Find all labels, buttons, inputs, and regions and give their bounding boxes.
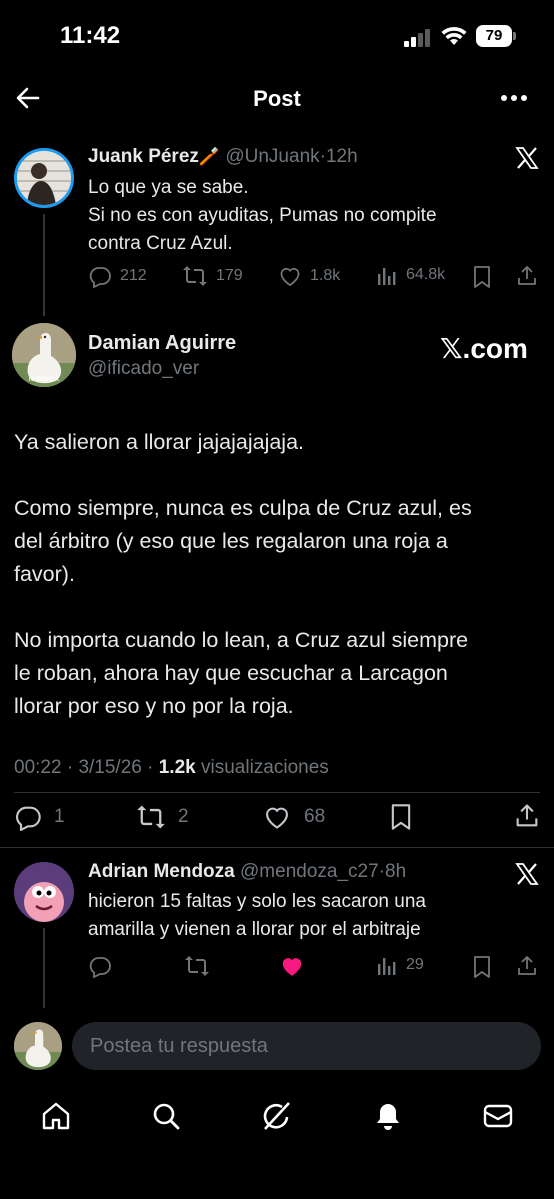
like-button[interactable]: 1.8k	[278, 264, 340, 288]
tweet-body: Ya salieron a llorar jajajajajaja. Como …	[14, 426, 472, 723]
avatar[interactable]: NI PEDO X	[12, 323, 76, 387]
view-count: 1.2k	[158, 757, 196, 778]
avatar[interactable]	[14, 862, 74, 922]
author-handle[interactable]: @ificado_ver	[88, 358, 199, 380]
avatar[interactable]	[14, 148, 74, 208]
reply-icon	[88, 264, 112, 288]
paragraph: Ya salieron a llorar jajajajajaja.	[14, 426, 472, 459]
reply-count: 212	[120, 267, 147, 284]
repost-icon	[136, 803, 166, 831]
reply-button[interactable]: 1	[14, 803, 65, 831]
more-icon[interactable]	[499, 90, 529, 106]
views-icon	[376, 264, 398, 286]
view-label: visualizaciones	[201, 757, 329, 778]
tweet-line: Si no es con ayuditas, Pumas no compite	[88, 205, 437, 226]
bookmark-icon[interactable]	[471, 265, 493, 289]
author-handle[interactable]: @mendoza_c27	[240, 861, 379, 882]
tweet-line: del árbitro (y eso que les regalaron una…	[14, 529, 448, 553]
repost-icon	[182, 264, 208, 288]
tweet-line: llorar por eso y no por la roja.	[14, 694, 294, 718]
bell-icon[interactable]	[372, 1100, 404, 1132]
tweet-line: contra Cruz Azul.	[88, 233, 233, 254]
reply-icon[interactable]	[88, 954, 112, 978]
x-logo-icon[interactable]	[515, 862, 539, 886]
tweet-meta: 00:22 · 3/15/26 · 1.2k visualizaciones	[14, 757, 329, 778]
tweet-text: hicieron 15 faltas y solo les sacaron un…	[88, 888, 426, 944]
divider	[14, 792, 540, 793]
mail-icon[interactable]	[482, 1100, 514, 1132]
share-icon[interactable]	[515, 954, 539, 978]
timestamp: 8h	[385, 861, 407, 882]
author-name[interactable]: Adrian Mendoza	[88, 861, 235, 882]
name-emoji: 🪥	[198, 147, 221, 166]
tweet-line: Como siempre, nunca es culpa de Cruz azu…	[14, 496, 472, 520]
tweet-line: No importa cuando lo lean, a Cruz azul s…	[14, 628, 469, 652]
divider	[0, 847, 554, 848]
signal-icon	[404, 29, 432, 47]
tweet-line: favor).	[14, 562, 75, 586]
tweet-line: hicieron 15 faltas y solo les sacaron un…	[88, 891, 426, 912]
tweet-date: 3/15/26	[78, 757, 142, 778]
tweet-header: Juank Pérez🪥 @UnJuank·12h	[88, 146, 358, 168]
repost-icon[interactable]	[184, 954, 210, 978]
heart-icon[interactable]	[279, 953, 305, 979]
thread-line	[43, 928, 45, 1008]
search-icon[interactable]	[150, 1100, 182, 1132]
composer-avatar	[14, 1022, 62, 1070]
views-count: 29	[406, 956, 424, 973]
like-button[interactable]: 68	[262, 803, 325, 831]
views-button[interactable]: 64.8k	[376, 264, 445, 286]
page-title: Post	[253, 86, 301, 111]
author-name[interactable]: Juank Pérez	[88, 146, 199, 167]
author-handle[interactable]: @UnJuank	[225, 146, 319, 167]
reply-input[interactable]: Postea tu respuesta	[72, 1022, 541, 1070]
tweet-time: 00:22	[14, 757, 62, 778]
repost-count: 179	[216, 267, 243, 284]
like-count: 68	[304, 806, 326, 827]
reply-icon	[14, 803, 42, 831]
timestamp: 12h	[325, 146, 358, 167]
paragraph: No importa cuando lo lean, a Cruz azul s…	[14, 624, 472, 723]
wifi-icon	[441, 26, 467, 46]
tweet-header: Adrian Mendoza @mendoza_c27·8h	[88, 861, 406, 883]
bookmark-icon[interactable]	[471, 955, 493, 979]
battery-indicator: 79	[476, 25, 512, 47]
views-icon	[376, 954, 398, 976]
home-icon[interactable]	[40, 1100, 72, 1132]
author-name[interactable]: Damian Aguirre	[88, 332, 236, 355]
avatar-caption: NI PEDO X	[28, 377, 60, 383]
like-count: 1.8k	[310, 267, 341, 284]
bookmark-icon[interactable]	[388, 803, 414, 831]
xcom-badge: 𝕏.com	[440, 333, 528, 364]
grok-icon[interactable]	[260, 1100, 292, 1132]
tweet-line: Lo que ya se sabe.	[88, 177, 249, 198]
tweet-text: Lo que ya se sabe. Si no es con ayuditas…	[88, 174, 437, 258]
reply-count: 1	[54, 806, 65, 827]
heart-icon	[262, 803, 292, 831]
tweet-line: Ya salieron a llorar jajajajajaja.	[14, 430, 305, 454]
status-time: 11:42	[60, 22, 121, 49]
views-button[interactable]: 29	[376, 954, 424, 976]
thread-line	[43, 214, 45, 316]
share-icon[interactable]	[515, 264, 539, 288]
repost-count: 2	[178, 806, 189, 827]
heart-icon	[278, 264, 302, 288]
x-logo-icon[interactable]	[515, 146, 539, 170]
tweet-line: le roban, ahora hay que escuchar a Larca…	[14, 661, 448, 685]
paragraph: Como siempre, nunca es culpa de Cruz azu…	[14, 492, 472, 591]
repost-button[interactable]: 2	[136, 803, 189, 831]
reply-input-placeholder: Postea tu respuesta	[90, 1035, 268, 1057]
views-count: 64.8k	[406, 266, 446, 283]
battery-tip	[513, 32, 516, 40]
tweet-line: amarilla y vienen a llorar por el arbitr…	[88, 919, 421, 940]
reply-button[interactable]: 212	[88, 264, 147, 288]
share-icon[interactable]	[513, 802, 541, 830]
repost-button[interactable]: 179	[182, 264, 243, 288]
